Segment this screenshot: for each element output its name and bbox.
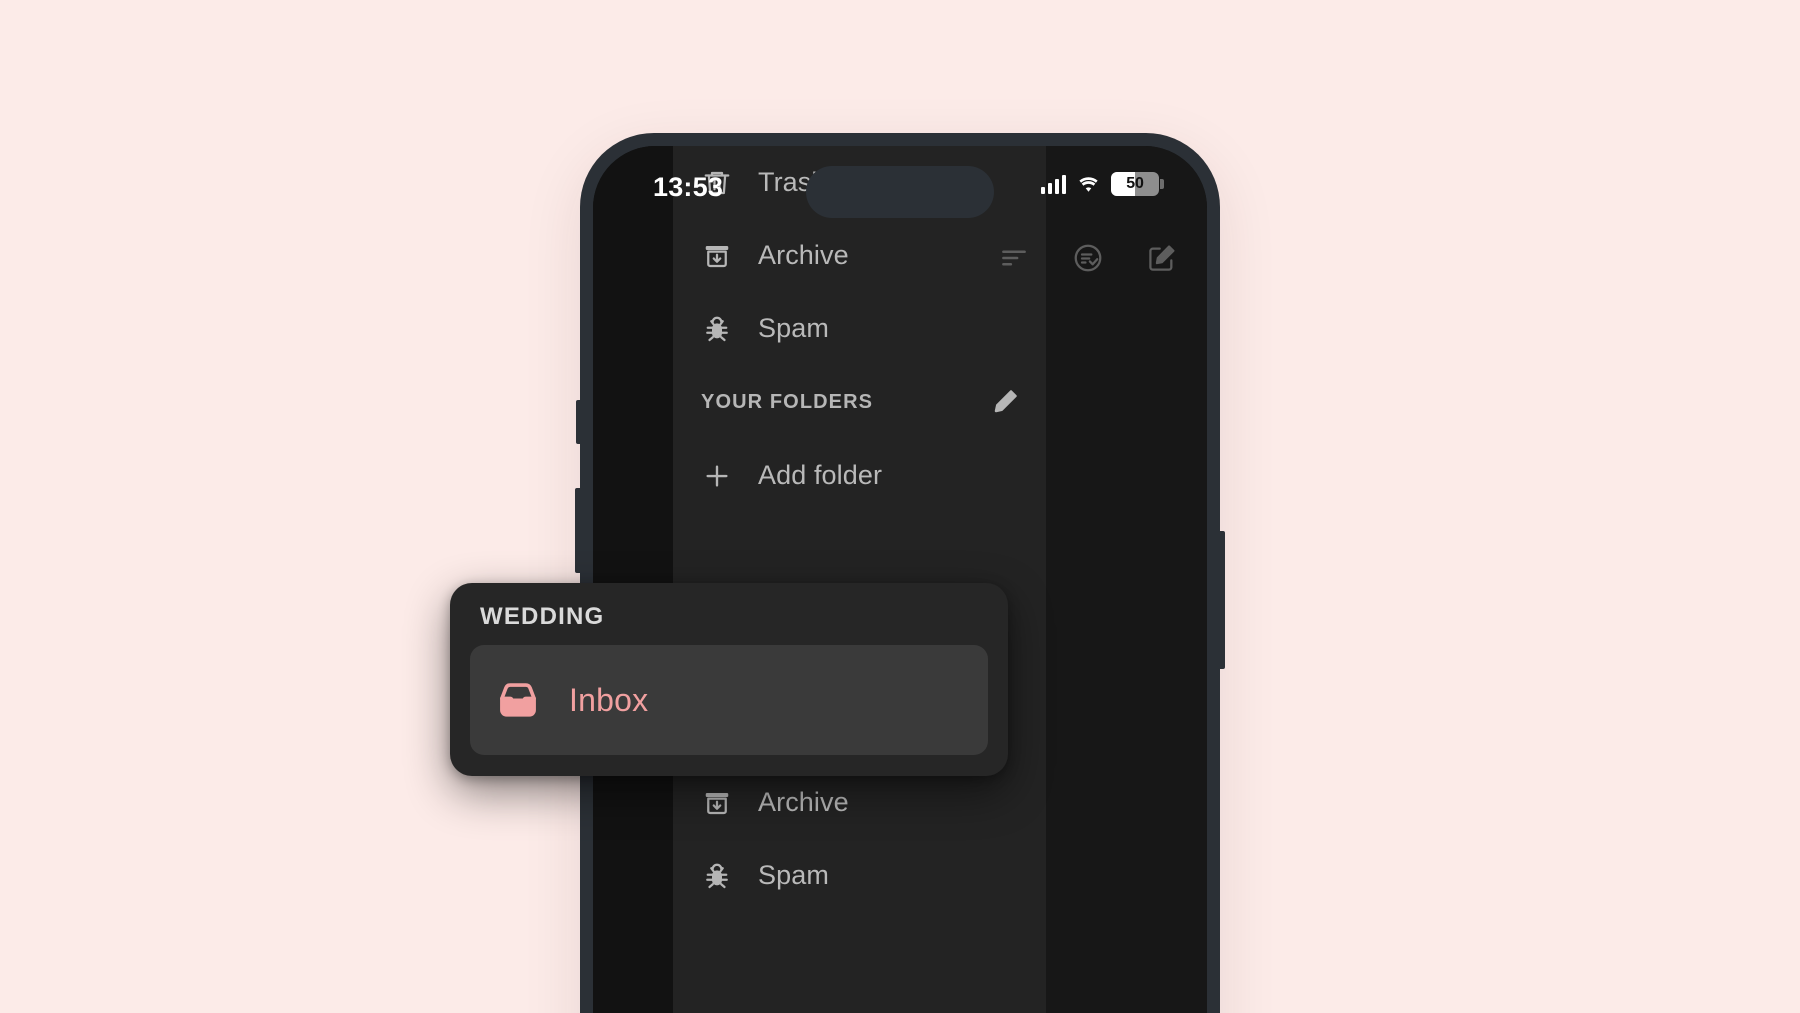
folder-nav-list: Trash Archive Spam YOUR FOLDERS Add fold… [673, 146, 1046, 912]
sidebar-item-label: Add folder [758, 460, 883, 490]
overlay-item-inbox[interactable]: Inbox [470, 645, 988, 755]
screen-left-gutter [593, 146, 673, 1013]
sidebar-item-label: Spam [758, 860, 829, 890]
plus-icon [701, 460, 733, 492]
your-folders-section-header: YOUR FOLDERS [673, 365, 1046, 439]
sidebar-item-spam[interactable]: Spam [673, 292, 1046, 365]
phone-screen: Trash Archive Spam YOUR FOLDERS Add fold… [593, 146, 1207, 1013]
sidebar-item-trash[interactable]: Trash [673, 146, 1046, 219]
phone-device-frame: Trash Archive Spam YOUR FOLDERS Add fold… [575, 133, 1225, 1013]
mail-content-area [1046, 146, 1207, 1013]
sort-icon[interactable] [997, 241, 1031, 275]
power-button[interactable] [1219, 531, 1225, 669]
sidebar-item-archive[interactable]: Archive [673, 219, 1046, 292]
sidebar-item-label: Spam [758, 313, 829, 343]
archive-icon [701, 787, 733, 819]
mail-folder-sidebar: Trash Archive Spam YOUR FOLDERS Add fold… [673, 146, 1046, 1013]
volume-up-button[interactable] [575, 488, 581, 573]
overlay-card-title: WEDDING [480, 603, 605, 630]
mail-top-toolbar [997, 241, 1179, 275]
mute-switch-button[interactable] [576, 400, 581, 444]
bug-icon [701, 313, 733, 345]
trash-icon [701, 167, 733, 199]
archive-icon [701, 240, 733, 272]
sidebar-item-spam-2[interactable]: Spam [673, 839, 1046, 912]
sidebar-item-label: Archive [758, 240, 849, 270]
sidebar-item-archive-2[interactable]: Archive [673, 766, 1046, 839]
pencil-icon[interactable] [988, 385, 1022, 419]
bug-icon [701, 860, 733, 892]
inbox-icon [494, 676, 542, 724]
overlay-item-label: Inbox [569, 681, 649, 718]
section-title: YOUR FOLDERS [701, 390, 874, 413]
sidebar-item-label: Trash [758, 167, 827, 197]
wedding-folder-overlay-card: WEDDING Inbox [450, 583, 1008, 776]
sidebar-item-label: Archive [758, 787, 849, 817]
sidebar-item-add-folder[interactable]: Add folder [673, 439, 1046, 512]
select-all-read-icon[interactable] [1071, 241, 1105, 275]
compose-icon[interactable] [1145, 241, 1179, 275]
